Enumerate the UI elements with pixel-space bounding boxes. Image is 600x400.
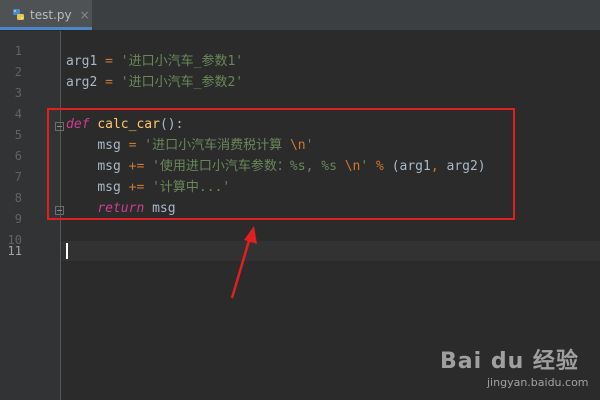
watermark-logo: Bai du 经验 (440, 349, 579, 374)
watermark-url: jingyan.baidu.com (487, 376, 589, 389)
annotation-arrow-icon (230, 226, 257, 299)
